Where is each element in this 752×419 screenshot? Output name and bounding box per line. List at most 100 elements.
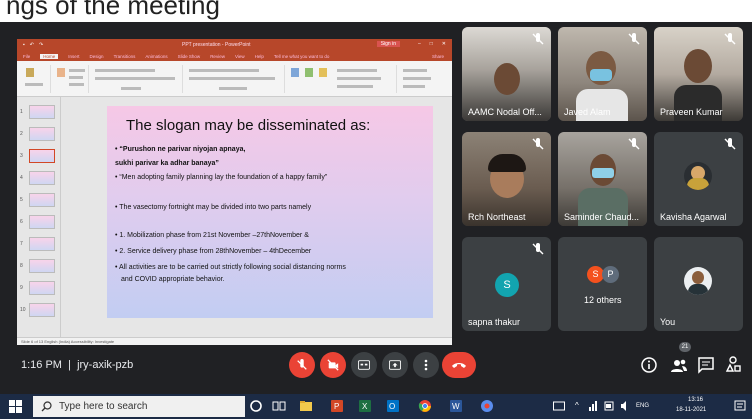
windows-taskbar: Type here to search P X O W ^ ENG 13:16 … xyxy=(0,394,752,419)
shapes-icon[interactable] xyxy=(291,68,299,77)
app-taskbar-icon[interactable] xyxy=(480,399,494,413)
tab-home[interactable]: Home xyxy=(40,53,59,59)
avatar xyxy=(684,162,712,190)
maximize-icon[interactable]: □ xyxy=(430,41,433,47)
quick-styles-icon[interactable] xyxy=(319,68,327,77)
screen: ngs of the meeting ▪ ↶ ↷ PPT presentatio… xyxy=(0,0,752,419)
task-view-icon[interactable] xyxy=(272,399,286,413)
activities-icon[interactable] xyxy=(724,355,742,375)
participant-tile[interactable]: Rch Northeast xyxy=(462,132,551,226)
slide-thumbnail[interactable] xyxy=(29,171,55,185)
keyboard-tray-icon[interactable] xyxy=(553,400,565,412)
sign-in-button[interactable]: Sign in xyxy=(376,41,400,47)
chat-icon[interactable] xyxy=(697,355,715,375)
mic-off-icon xyxy=(532,33,544,45)
meeting-code: jry-axik-pzb xyxy=(77,359,134,371)
slide-thumbnail[interactable] xyxy=(29,281,55,295)
participant-name: Javed Alam xyxy=(564,107,611,117)
powerpoint-taskbar-icon[interactable]: P xyxy=(330,399,344,413)
slide-thumbnail[interactable] xyxy=(29,105,55,119)
tab-review[interactable]: Review xyxy=(210,54,225,59)
current-slide[interactable]: The slogan may be disseminated as: • “Pu… xyxy=(107,106,433,318)
windows-start-icon[interactable] xyxy=(9,400,22,413)
presentation-view: ▪ ↶ ↷ PPT presentation - PowerPoint Sign… xyxy=(17,39,452,345)
font-group xyxy=(91,65,183,93)
slide-thumbnail[interactable] xyxy=(29,303,55,317)
participant-tile[interactable]: S sapna thakur xyxy=(462,237,551,331)
participant-count-badge: 21 xyxy=(679,342,691,352)
tab-transitions[interactable]: Transitions xyxy=(114,54,136,59)
slide-thumbnail[interactable] xyxy=(29,193,55,207)
tab-insert[interactable]: Insert xyxy=(68,54,79,59)
slide-thumbnail[interactable] xyxy=(29,127,55,141)
tab-view[interactable]: View xyxy=(235,54,245,59)
hang-up-icon xyxy=(452,363,466,368)
tab-design[interactable]: Design xyxy=(90,54,104,59)
network-icon[interactable] xyxy=(588,400,598,412)
chrome-taskbar-icon[interactable] xyxy=(418,399,432,413)
slide-thumbnail[interactable] xyxy=(29,259,55,273)
cortana-icon[interactable] xyxy=(249,399,263,413)
slide-thumbnails: 1 2 3 4 5 6 7 8 9 10 xyxy=(17,97,61,337)
notifications-icon[interactable] xyxy=(734,400,746,412)
search-placeholder: Type here to search xyxy=(59,401,148,412)
closed-captions-icon xyxy=(358,360,370,370)
slide-thumbnail-selected[interactable] xyxy=(29,149,55,163)
tab-help[interactable]: Help xyxy=(255,54,264,59)
undo-icon[interactable]: ↶ xyxy=(30,42,34,48)
slide-bullet: sukhi parivar ka adhar banaya” xyxy=(115,160,219,167)
tab-slide-show[interactable]: Slide Show xyxy=(178,54,201,59)
participant-name: AAMC Nodal Off... xyxy=(468,107,542,117)
people-icon[interactable] xyxy=(670,355,688,375)
captions-button[interactable] xyxy=(351,352,377,378)
top-caption: ngs of the meeting xyxy=(6,0,220,20)
leave-call-button[interactable] xyxy=(442,352,476,378)
clock-date[interactable]: 18-11-2021 xyxy=(676,407,706,413)
more-options-button[interactable] xyxy=(413,352,439,378)
redo-icon[interactable]: ↷ xyxy=(39,42,43,48)
participant-tile[interactable]: Javed Alam xyxy=(558,27,647,121)
mic-toggle-button[interactable] xyxy=(289,352,315,378)
new-slide-icon[interactable] xyxy=(57,68,65,77)
show-hidden-icons-icon[interactable]: ^ xyxy=(575,401,579,410)
meeting-info-icon[interactable] xyxy=(640,355,658,375)
mic-off-icon xyxy=(724,33,736,45)
close-icon[interactable]: ✕ xyxy=(442,41,446,47)
clock-time[interactable]: 13:16 xyxy=(688,397,703,403)
taskbar-search-box[interactable]: Type here to search xyxy=(33,396,245,417)
input-language[interactable]: ENG xyxy=(636,403,649,409)
camera-toggle-button[interactable] xyxy=(320,352,346,378)
participant-tile[interactable]: Praveen Kumar xyxy=(654,27,743,121)
paragraph-group xyxy=(185,65,285,93)
participant-tile[interactable]: Kavisha Agarwal xyxy=(654,132,743,226)
slide-title: The slogan may be disseminated as: xyxy=(126,117,371,134)
participant-tile[interactable]: Saminder Chaud... xyxy=(558,132,647,226)
excel-taskbar-icon[interactable]: X xyxy=(358,399,372,413)
self-tile[interactable]: You xyxy=(654,237,743,331)
slides-group xyxy=(53,65,89,93)
save-icon[interactable]: ▪ xyxy=(23,42,25,48)
present-screen-button[interactable] xyxy=(382,352,408,378)
avatar xyxy=(684,267,712,295)
minimize-icon[interactable]: – xyxy=(418,41,421,47)
slide-thumbnail[interactable] xyxy=(29,237,55,251)
arrange-icon[interactable] xyxy=(305,68,313,77)
quick-access-toolbar[interactable]: ▪ ↶ ↷ xyxy=(23,42,43,48)
participant-tile[interactable]: AAMC Nodal Off... xyxy=(462,27,551,121)
slide-bullet: • All activities are to be carried out s… xyxy=(115,264,346,271)
participant-name: Praveen Kumar xyxy=(660,107,723,117)
participant-name: sapna thakur xyxy=(468,317,521,327)
slide-thumbnail[interactable] xyxy=(29,215,55,229)
paste-icon[interactable] xyxy=(26,68,34,77)
file-explorer-icon[interactable] xyxy=(299,399,313,413)
tab-animations[interactable]: Animations xyxy=(145,54,167,59)
outlook-taskbar-icon[interactable]: O xyxy=(386,399,400,413)
word-taskbar-icon[interactable]: W xyxy=(449,399,463,413)
battery-icon[interactable] xyxy=(604,400,614,412)
share-button[interactable]: Share xyxy=(432,54,444,59)
others-tile[interactable]: S P 12 others xyxy=(558,237,647,331)
ribbon xyxy=(17,61,452,97)
tab-file[interactable]: File xyxy=(23,54,30,59)
volume-icon[interactable] xyxy=(620,400,630,412)
tell-me-search[interactable]: Tell me what you want to do xyxy=(274,54,330,59)
